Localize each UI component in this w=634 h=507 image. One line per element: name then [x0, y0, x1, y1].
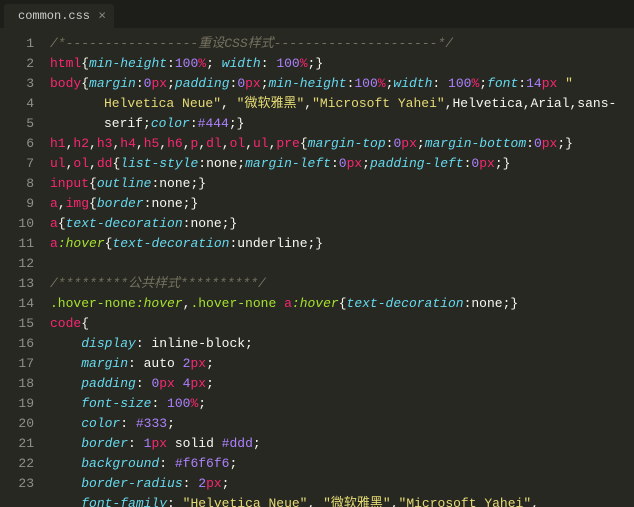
line-number: 14: [6, 294, 34, 314]
code-line: margin: auto 2px;: [50, 354, 634, 374]
line-number: 2: [6, 54, 34, 74]
code-line: border: 1px solid #ddd;: [50, 434, 634, 454]
line-number: 8: [6, 174, 34, 194]
editor-area: 1234567891011121314151617181920212223 /*…: [0, 28, 634, 507]
line-number: 6: [6, 134, 34, 154]
line-number-gutter: 1234567891011121314151617181920212223: [0, 28, 44, 507]
code-line: a:hover{text-decoration:underline;}: [50, 234, 634, 254]
code-line: /*********公共样式**********/: [50, 274, 634, 294]
code-line: font-family: "Helvetica Neue", "微软雅黑","M…: [50, 494, 634, 507]
line-number: 11: [6, 234, 34, 254]
code-line: display: inline-block;: [50, 334, 634, 354]
code-line: html{min-height:100%; width: 100%;}: [50, 54, 634, 74]
code-line: serif;color:#444;}: [50, 114, 634, 134]
line-number: 20: [6, 414, 34, 434]
line-number: 18: [6, 374, 34, 394]
line-number: 12: [6, 254, 34, 274]
line-number: 13: [6, 274, 34, 294]
code-line: input{outline:none;}: [50, 174, 634, 194]
close-icon[interactable]: ×: [98, 10, 106, 23]
line-number: 3: [6, 74, 34, 94]
line-number: 9: [6, 194, 34, 214]
code-line: background: #f6f6f6;: [50, 454, 634, 474]
line-number: 17: [6, 354, 34, 374]
tab-bar: common.css ×: [0, 0, 634, 28]
code-line: a{text-decoration:none;}: [50, 214, 634, 234]
line-number: 23: [6, 474, 34, 494]
line-number: 4: [6, 94, 34, 114]
code-line: font-size: 100%;: [50, 394, 634, 414]
code-content[interactable]: /*-----------------重设CSS样式--------------…: [44, 28, 634, 507]
code-line: a,img{border:none;}: [50, 194, 634, 214]
code-line: ul,ol,dd{list-style:none;margin-left:0px…: [50, 154, 634, 174]
code-line: Helvetica Neue", "微软雅黑","Microsoft Yahei…: [50, 94, 634, 114]
line-number: 7: [6, 154, 34, 174]
line-number: 1: [6, 34, 34, 54]
code-line: /*-----------------重设CSS样式--------------…: [50, 34, 634, 54]
line-number: 5: [6, 114, 34, 134]
code-line: h1,h2,h3,h4,h5,h6,p,dl,ol,ul,pre{margin-…: [50, 134, 634, 154]
code-line: code{: [50, 314, 634, 334]
code-line: border-radius: 2px;: [50, 474, 634, 494]
line-number: 15: [6, 314, 34, 334]
code-line: padding: 0px 4px;: [50, 374, 634, 394]
line-number: 21: [6, 434, 34, 454]
code-line: .hover-none:hover,.hover-none a:hover{te…: [50, 294, 634, 314]
line-number: 22: [6, 454, 34, 474]
line-number: 19: [6, 394, 34, 414]
code-line: color: #333;: [50, 414, 634, 434]
tab-common-css[interactable]: common.css ×: [4, 4, 114, 28]
tab-title: common.css: [18, 9, 90, 23]
code-line: body{margin:0px;padding:0px;min-height:1…: [50, 74, 634, 94]
line-number: 10: [6, 214, 34, 234]
code-line: [50, 254, 634, 274]
line-number: 16: [6, 334, 34, 354]
